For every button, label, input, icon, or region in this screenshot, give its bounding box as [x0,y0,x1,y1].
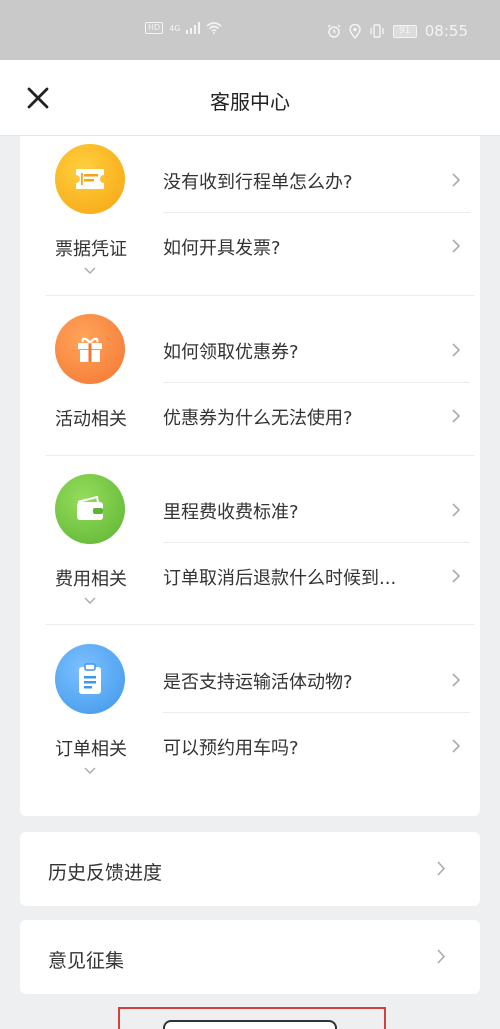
chevron-right-icon [452,409,461,423]
faq-question-live-animals[interactable]: 是否支持运输活体动物? [163,646,469,712]
signal-text: 4G [169,23,181,33]
faq-question-mileage-fee[interactable]: 里程费收费标准? [163,476,469,542]
alarm-icon [327,24,341,38]
chevron-right-icon [437,949,446,964]
section-divider [46,624,474,625]
status-indicators: 91 08:55 [327,22,468,40]
question-text: 订单取消后退款什么时候到... [163,568,397,589]
category-label: 活动相关 [55,409,127,430]
link-label: 意见征集 [48,950,125,972]
feedback-progress-link[interactable]: 历史反馈进度 [20,832,480,906]
chevron-down-icon [84,267,96,274]
nav-bar: 客服中心 [0,60,500,136]
faq-section-fees: 费用相关 里程费收费标准? 订单取消后退款什么时候到... [46,466,474,626]
chevron-right-icon [452,739,461,753]
faq-card: 票据凭证 没有收到行程单怎么办? 如何开具发票? 活动相关 如何领取优惠券? 优… [20,136,480,816]
wallet-icon [55,474,125,544]
ticket-icon [55,144,125,214]
chevron-right-icon [452,503,461,517]
faq-section-tickets: 票据凭证 没有收到行程单怎么办? 如何开具发票? [46,136,474,296]
status-network: HD 4G [145,22,223,34]
battery-indicator: 91 [392,24,417,38]
question-text: 是否支持运输活体动物? [163,672,353,693]
chevron-right-icon [437,861,446,876]
faq-section-activities: 活动相关 如何领取优惠券? 优惠券为什么无法使用? [46,306,474,466]
chevron-right-icon [452,239,461,253]
vibrate-icon [370,24,384,38]
faq-question-invoice-missing[interactable]: 没有收到行程单怎么办? [163,146,469,212]
category-label: 订单相关 [55,739,127,760]
status-bar: HD 4G 91 08:55 [0,0,500,60]
category-label: 费用相关 [55,569,127,590]
page-title: 客服中心 [210,90,290,114]
suggestions-link[interactable]: 意见征集 [20,920,480,994]
question-text: 如何领取优惠券? [163,342,299,363]
faq-question-refund-time[interactable]: 订单取消后退款什么时候到... [163,542,469,608]
section-divider [46,295,474,296]
chevron-right-icon [452,673,461,687]
link-label: 历史反馈进度 [48,862,163,884]
question-text: 优惠券为什么无法使用? [163,408,353,429]
faq-question-coupon-unusable[interactable]: 优惠券为什么无法使用? [163,382,469,448]
faq-question-get-coupon[interactable]: 如何领取优惠券? [163,316,469,382]
bottom-action-button[interactable] [163,1020,337,1029]
question-text: 如何开具发票? [163,238,281,259]
question-text: 里程费收费标准? [163,502,299,523]
chevron-right-icon [452,173,461,187]
question-text: 没有收到行程单怎么办? [163,172,353,193]
category-label: 票据凭证 [55,239,127,260]
chevron-down-icon [84,597,96,604]
faq-question-reserve-car[interactable]: 可以预约用车吗? [163,712,469,778]
wifi-icon [206,22,223,34]
location-icon [349,23,361,39]
status-time: 08:55 [424,22,468,40]
chevron-right-icon [452,569,461,583]
chevron-down-icon [84,767,96,774]
signal-icon [186,22,201,34]
clipboard-icon [55,644,125,714]
question-text: 可以预约用车吗? [163,738,299,759]
hd-badge: HD [145,22,164,34]
faq-section-orders: 订单相关 是否支持运输活体动物? 可以预约用车吗? [46,636,474,796]
section-divider [46,455,474,456]
faq-question-issue-invoice[interactable]: 如何开具发票? [163,212,469,278]
gift-icon [55,314,125,384]
chevron-right-icon [452,343,461,357]
